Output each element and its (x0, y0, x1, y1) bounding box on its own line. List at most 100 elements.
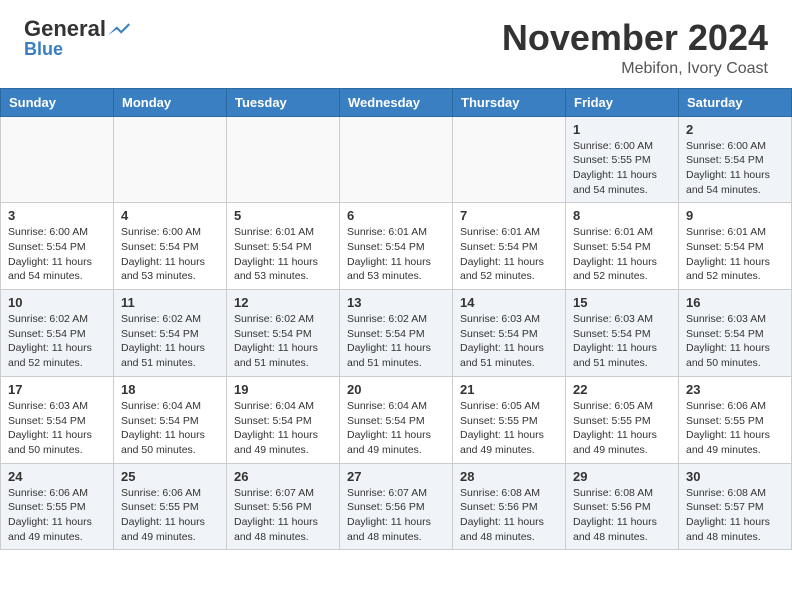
calendar-cell: 7 Sunrise: 6:01 AMSunset: 5:54 PMDaylight… (453, 203, 566, 290)
day-number: 10 (8, 295, 106, 310)
calendar-week-row: 3 Sunrise: 6:00 AMSunset: 5:54 PMDaylight… (1, 203, 792, 290)
calendar-week-row: 17 Sunrise: 6:03 AMSunset: 5:54 PMDayligh… (1, 376, 792, 463)
day-info: Sunrise: 6:05 AMSunset: 5:55 PMDaylight:… (460, 399, 558, 458)
day-number: 30 (686, 469, 784, 484)
day-number: 13 (347, 295, 445, 310)
day-number: 14 (460, 295, 558, 310)
day-info: Sunrise: 6:03 AMSunset: 5:54 PMDaylight:… (460, 312, 558, 371)
calendar-week-row: 1 Sunrise: 6:00 AMSunset: 5:55 PMDaylight… (1, 116, 792, 203)
calendar-cell: 22 Sunrise: 6:05 AMSunset: 5:55 PMDayligh… (566, 376, 679, 463)
calendar-cell: 25 Sunrise: 6:06 AMSunset: 5:55 PMDayligh… (114, 463, 227, 550)
day-number: 25 (121, 469, 219, 484)
calendar-cell: 15 Sunrise: 6:03 AMSunset: 5:54 PMDayligh… (566, 290, 679, 377)
day-number: 1 (573, 122, 671, 137)
calendar-cell (1, 116, 114, 203)
day-info: Sunrise: 6:04 AMSunset: 5:54 PMDaylight:… (234, 399, 332, 458)
day-info: Sunrise: 6:00 AMSunset: 5:55 PMDaylight:… (573, 139, 671, 198)
weekday-header-friday: Friday (566, 88, 679, 116)
day-number: 3 (8, 208, 106, 223)
day-number: 28 (460, 469, 558, 484)
calendar-cell: 28 Sunrise: 6:08 AMSunset: 5:56 PMDayligh… (453, 463, 566, 550)
day-number: 15 (573, 295, 671, 310)
calendar-cell: 23 Sunrise: 6:06 AMSunset: 5:55 PMDayligh… (679, 376, 792, 463)
day-number: 23 (686, 382, 784, 397)
day-number: 20 (347, 382, 445, 397)
day-info: Sunrise: 6:01 AMSunset: 5:54 PMDaylight:… (234, 225, 332, 284)
day-info: Sunrise: 6:01 AMSunset: 5:54 PMDaylight:… (347, 225, 445, 284)
calendar-cell: 4Sunrise: 6:00 AMSunset: 5:54 PMDaylight… (114, 203, 227, 290)
day-info: Sunrise: 6:08 AMSunset: 5:56 PMDaylight:… (460, 486, 558, 545)
day-info: Sunrise: 6:07 AMSunset: 5:56 PMDaylight:… (234, 486, 332, 545)
title-block: November 2024 Mebifon, Ivory Coast (502, 18, 768, 78)
day-number: 19 (234, 382, 332, 397)
day-number: 17 (8, 382, 106, 397)
day-info: Sunrise: 6:06 AMSunset: 5:55 PMDaylight:… (8, 486, 106, 545)
day-info: Sunrise: 6:03 AMSunset: 5:54 PMDaylight:… (8, 399, 106, 458)
day-info: Sunrise: 6:01 AMSunset: 5:54 PMDaylight:… (573, 225, 671, 284)
day-info: Sunrise: 6:06 AMSunset: 5:55 PMDaylight:… (686, 399, 784, 458)
calendar-week-row: 24 Sunrise: 6:06 AMSunset: 5:55 PMDayligh… (1, 463, 792, 550)
day-info: Sunrise: 6:08 AMSunset: 5:57 PMDaylight:… (686, 486, 784, 545)
logo-blue: Blue (24, 39, 63, 60)
weekday-header-thursday: Thursday (453, 88, 566, 116)
day-info: Sunrise: 6:00 AMSunset: 5:54 PMDaylight:… (8, 225, 106, 284)
day-number: 2 (686, 122, 784, 137)
calendar-cell: 19 Sunrise: 6:04 AMSunset: 5:54 PMDayligh… (227, 376, 340, 463)
day-number: 29 (573, 469, 671, 484)
calendar-cell: 20 Sunrise: 6:04 AMSunset: 5:54 PMDayligh… (340, 376, 453, 463)
calendar-cell: 1 Sunrise: 6:00 AMSunset: 5:55 PMDaylight… (566, 116, 679, 203)
month-title: November 2024 (502, 18, 768, 58)
calendar-cell: 12 Sunrise: 6:02 AMSunset: 5:54 PMDayligh… (227, 290, 340, 377)
calendar-cell (227, 116, 340, 203)
calendar-cell: 26Sunrise: 6:07 AMSunset: 5:56 PMDayligh… (227, 463, 340, 550)
logo: General Blue (24, 18, 130, 60)
day-info: Sunrise: 6:05 AMSunset: 5:55 PMDaylight:… (573, 399, 671, 458)
calendar-table: SundayMondayTuesdayWednesdayThursdayFrid… (0, 88, 792, 551)
calendar-cell: 3 Sunrise: 6:00 AMSunset: 5:54 PMDaylight… (1, 203, 114, 290)
calendar-cell (114, 116, 227, 203)
weekday-header-sunday: Sunday (1, 88, 114, 116)
calendar-cell: 18 Sunrise: 6:04 AMSunset: 5:54 PMDayligh… (114, 376, 227, 463)
day-info: Sunrise: 6:04 AMSunset: 5:54 PMDaylight:… (347, 399, 445, 458)
calendar-cell: 9Sunrise: 6:01 AMSunset: 5:54 PMDaylight… (679, 203, 792, 290)
day-number: 16 (686, 295, 784, 310)
calendar-cell: 27Sunrise: 6:07 AMSunset: 5:56 PMDayligh… (340, 463, 453, 550)
day-info: Sunrise: 6:00 AMSunset: 5:54 PMDaylight:… (121, 225, 219, 284)
day-info: Sunrise: 6:00 AMSunset: 5:54 PMDaylight:… (686, 139, 784, 198)
weekday-header-wednesday: Wednesday (340, 88, 453, 116)
day-number: 11 (121, 295, 219, 310)
day-info: Sunrise: 6:01 AMSunset: 5:54 PMDaylight:… (460, 225, 558, 284)
calendar-cell: 2 Sunrise: 6:00 AMSunset: 5:54 PMDaylight… (679, 116, 792, 203)
day-number: 21 (460, 382, 558, 397)
calendar-cell: 29Sunrise: 6:08 AMSunset: 5:56 PMDayligh… (566, 463, 679, 550)
calendar-cell: 6 Sunrise: 6:01 AMSunset: 5:54 PMDaylight… (340, 203, 453, 290)
calendar-cell: 24 Sunrise: 6:06 AMSunset: 5:55 PMDayligh… (1, 463, 114, 550)
day-number: 8 (573, 208, 671, 223)
calendar-cell: 17 Sunrise: 6:03 AMSunset: 5:54 PMDayligh… (1, 376, 114, 463)
day-number: 22 (573, 382, 671, 397)
day-info: Sunrise: 6:02 AMSunset: 5:54 PMDaylight:… (8, 312, 106, 371)
weekday-header-tuesday: Tuesday (227, 88, 340, 116)
page-header: General Blue November 2024 Mebifon, Ivor… (0, 0, 792, 88)
day-info: Sunrise: 6:03 AMSunset: 5:54 PMDaylight:… (686, 312, 784, 371)
calendar-week-row: 10 Sunrise: 6:02 AMSunset: 5:54 PMDayligh… (1, 290, 792, 377)
day-number: 27 (347, 469, 445, 484)
day-info: Sunrise: 6:06 AMSunset: 5:55 PMDaylight:… (121, 486, 219, 545)
calendar-cell: 11 Sunrise: 6:02 AMSunset: 5:54 PMDayligh… (114, 290, 227, 377)
day-info: Sunrise: 6:04 AMSunset: 5:54 PMDaylight:… (121, 399, 219, 458)
day-number: 18 (121, 382, 219, 397)
weekday-header-saturday: Saturday (679, 88, 792, 116)
calendar-cell: 10 Sunrise: 6:02 AMSunset: 5:54 PMDayligh… (1, 290, 114, 377)
day-number: 9 (686, 208, 784, 223)
day-info: Sunrise: 6:03 AMSunset: 5:54 PMDaylight:… (573, 312, 671, 371)
day-number: 12 (234, 295, 332, 310)
day-number: 6 (347, 208, 445, 223)
day-info: Sunrise: 6:02 AMSunset: 5:54 PMDaylight:… (234, 312, 332, 371)
weekday-header-row: SundayMondayTuesdayWednesdayThursdayFrid… (1, 88, 792, 116)
day-number: 5 (234, 208, 332, 223)
day-info: Sunrise: 6:02 AMSunset: 5:54 PMDaylight:… (121, 312, 219, 371)
day-number: 24 (8, 469, 106, 484)
calendar-cell: 8 Sunrise: 6:01 AMSunset: 5:54 PMDaylight… (566, 203, 679, 290)
calendar-cell: 14 Sunrise: 6:03 AMSunset: 5:54 PMDayligh… (453, 290, 566, 377)
day-number: 7 (460, 208, 558, 223)
